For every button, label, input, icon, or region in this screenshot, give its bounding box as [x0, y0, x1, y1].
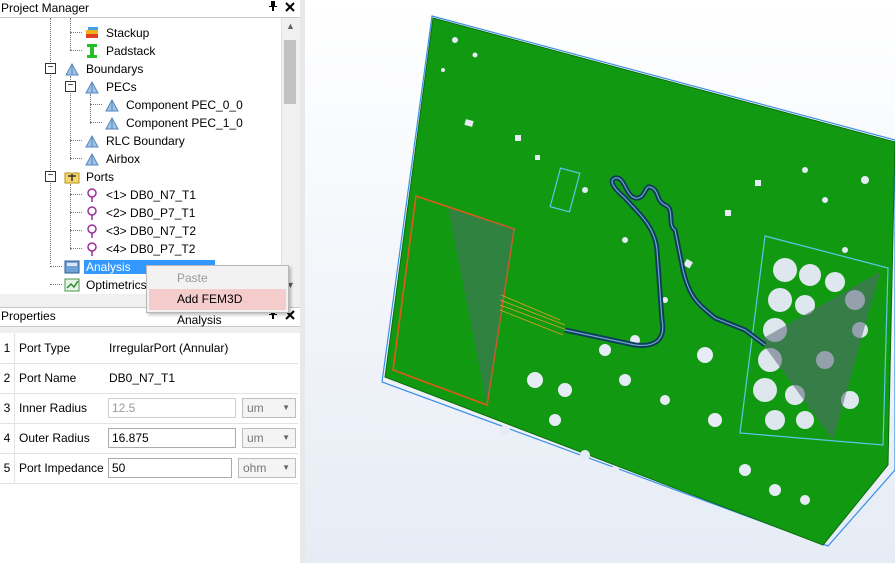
context-menu: Paste Add FEM3D Analysis — [146, 265, 289, 327]
port-impedance-unit-select[interactable]: ohm ▼ — [238, 458, 296, 478]
dropdown-arrow-icon: ▼ — [282, 463, 290, 472]
tree-item-boundarys[interactable]: Boundarys — [64, 59, 145, 77]
padstack-icon — [84, 43, 100, 58]
close-icon[interactable] — [283, 0, 297, 16]
outer-radius-unit-select[interactable]: um ▼ — [242, 428, 296, 448]
tree-item-rlc-boundary[interactable]: RLC Boundary — [84, 131, 187, 149]
boundary-icon — [84, 80, 100, 94]
outer-radius-input[interactable] — [108, 428, 236, 448]
property-row: 2 Port Name DB0_N7_T1 — [0, 363, 298, 394]
analysis-icon — [64, 260, 80, 274]
dropdown-arrow-icon: ▼ — [282, 403, 290, 412]
project-manager-header: Project Manager — [0, 0, 300, 18]
tree-item-port-2[interactable]: <2> DB0_P7_T1 — [84, 203, 197, 221]
inner-radius-input — [108, 398, 236, 418]
tree-item-optimetrics[interactable]: Optimetrics — [64, 275, 149, 293]
menu-item-paste: Paste — [177, 271, 208, 285]
tree-item-port-1[interactable]: <1> DB0_N7_T1 — [84, 185, 198, 203]
tree-item-component-pec-1-0[interactable]: Component PEC_1_0 — [104, 113, 245, 131]
port-icon — [84, 242, 100, 256]
property-row: 4 Outer Radius um▼ — [0, 423, 298, 454]
port-name-value[interactable]: DB0_N7_T1 — [109, 363, 175, 393]
properties-grid: 1 Port Type IrregularPort (Annular) 2 Po… — [0, 333, 300, 588]
port-icon — [84, 188, 100, 202]
boundary-icon — [64, 62, 80, 76]
tree-item-port-3[interactable]: <3> DB0_N7_T2 — [84, 221, 198, 239]
collapse-boundarys-icon[interactable]: − — [45, 63, 56, 74]
tree-item-airbox[interactable]: Airbox — [84, 149, 142, 167]
boundary-icon — [84, 152, 100, 166]
boundary-icon — [104, 98, 120, 112]
board-model[interactable] — [305, 0, 895, 563]
port-impedance-input[interactable] — [108, 458, 232, 478]
tree-item-pecs[interactable]: PECs — [84, 77, 139, 95]
scroll-up-icon[interactable]: ▲ — [282, 18, 299, 35]
port-icon — [84, 206, 100, 220]
collapse-pecs-icon[interactable]: − — [65, 81, 76, 92]
menu-item-add-fem3d-analysis[interactable]: Add FEM3D Analysis — [149, 289, 286, 327]
tree-item-padstack[interactable]: Padstack — [84, 41, 157, 59]
project-tree: − − − Stackup Padstack Boundarys PECs Co… — [0, 18, 281, 294]
scrollbar-thumb[interactable] — [284, 40, 296, 104]
ports-folder-icon — [64, 170, 80, 184]
inner-radius-unit-select: um ▼ — [242, 398, 296, 418]
property-row: 5 Port Impedance ohm▼ — [0, 453, 298, 484]
tree-scrollbar[interactable]: ▲ ▼ — [281, 18, 299, 294]
properties-title: Properties — [1, 309, 56, 323]
dropdown-arrow-icon: ▼ — [282, 433, 290, 442]
collapse-ports-icon[interactable]: − — [45, 171, 56, 182]
tree-item-stackup[interactable]: Stackup — [84, 23, 151, 41]
boundary-icon — [84, 134, 100, 148]
boundary-icon — [104, 116, 120, 130]
port-icon — [84, 224, 100, 238]
property-row: 3 Inner Radius um▼ — [0, 393, 298, 424]
project-manager-title: Project Manager — [1, 1, 90, 15]
tree-item-ports[interactable]: Ports — [64, 167, 116, 185]
property-row: 1 Port Type IrregularPort (Annular) — [0, 333, 298, 364]
3d-viewport[interactable] — [305, 0, 895, 563]
tree-item-port-4[interactable]: <4> DB0_P7_T2 — [84, 239, 197, 257]
optimetrics-icon — [64, 278, 80, 292]
tree-item-component-pec-0-0[interactable]: Component PEC_0_0 — [104, 95, 245, 113]
pin-icon[interactable] — [266, 0, 280, 16]
stackup-icon — [84, 26, 100, 40]
port-type-value: IrregularPort (Annular) — [109, 341, 229, 355]
